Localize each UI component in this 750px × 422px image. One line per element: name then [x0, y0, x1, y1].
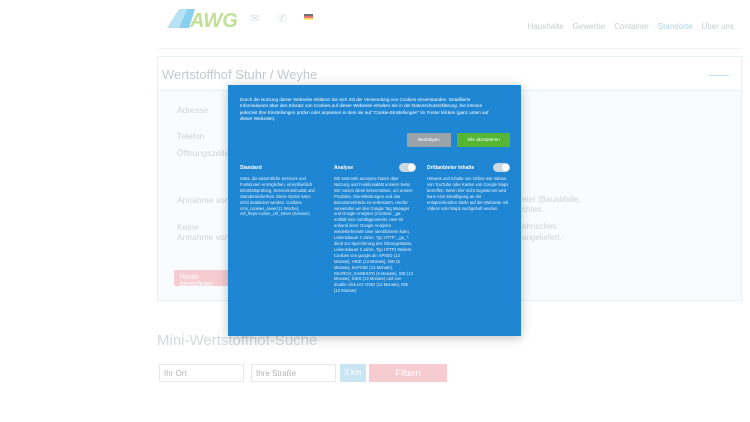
category-third-party-title: Drittanbieter Inhalte — [427, 165, 475, 171]
category-third-party-desc: Hinweis und Inhalte von Online wie Video… — [427, 176, 509, 211]
analyse-toggle[interactable] — [399, 163, 416, 172]
cookie-consent-modal: Durch die Nutzung dieser Webseite erklär… — [228, 85, 521, 336]
category-standard-title: Standard — [240, 165, 262, 171]
third-party-toggle[interactable] — [493, 163, 510, 172]
category-analyse-desc: Wir sammeln anonyme Daten über Nutzung u… — [334, 176, 413, 294]
category-standard-desc: Stats, die wesentliche Services und Funk… — [240, 176, 315, 217]
accept-all-button[interactable]: Alle akzeptieren — [457, 133, 510, 147]
confirm-button[interactable]: Bestätigen — [407, 133, 451, 147]
toggle-knob — [408, 164, 415, 171]
toggle-knob — [502, 164, 509, 171]
category-analyse-title: Analyse — [334, 165, 354, 171]
cookie-intro-text: Durch die Nutzung dieser Webseite erklär… — [240, 97, 489, 122]
